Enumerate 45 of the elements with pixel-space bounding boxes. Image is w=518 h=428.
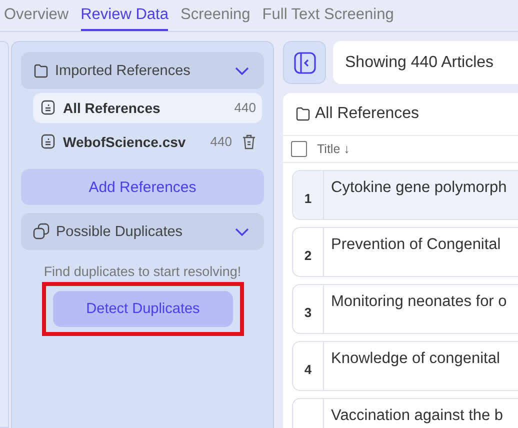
add-references-button[interactable]: Add References <box>21 169 264 205</box>
item-label: WebofScience.csv <box>63 134 186 150</box>
hint-text: Find duplicates to start resolving! <box>42 264 242 279</box>
article-title: Monitoring neonates for o <box>331 293 507 310</box>
document-icon <box>41 100 55 115</box>
row-number: 2 <box>304 248 312 262</box>
article-title: Cytokine gene polymorph <box>331 179 507 196</box>
folder-icon <box>295 106 311 122</box>
item-count: 440 <box>210 134 232 149</box>
table-title: All References <box>315 105 420 123</box>
chevron-down-icon[interactable] <box>235 66 249 74</box>
section-header[interactable]: Imported References <box>21 52 264 89</box>
copy-icon <box>33 223 50 240</box>
reference-list-item[interactable]: All References 440 <box>33 93 262 123</box>
row-number: 3 <box>304 304 312 320</box>
chevron-down-icon[interactable] <box>235 228 249 236</box>
article-title: Vaccination against the b <box>331 407 504 424</box>
article-title: Knowledge of congenital <box>331 350 500 367</box>
table-row[interactable]: 2 Prevention of Congenital <box>292 227 518 277</box>
table-row[interactable]: Vaccination against the b <box>292 398 518 428</box>
reference-list-item[interactable]: WebofScience.csv 440 <box>33 127 262 157</box>
folder-icon <box>33 62 49 78</box>
detect-duplicates-button[interactable]: Detect Duplicates <box>53 291 233 327</box>
article-count-label: Showing 440 Articles <box>333 41 518 84</box>
row-number: 1 <box>304 190 312 206</box>
table-row[interactable]: 4 Knowledge of congenital <box>292 341 518 391</box>
tab[interactable]: Review Data <box>80 6 168 31</box>
section-header[interactable]: Possible Duplicates <box>21 213 264 250</box>
document-icon <box>41 134 55 149</box>
trash-icon[interactable] <box>242 134 256 150</box>
select-all-checkbox[interactable] <box>291 141 307 157</box>
section-title: Possible Duplicates <box>56 224 184 240</box>
article-title: Prevention of Congenital <box>331 236 501 253</box>
table-row[interactable]: 1 Cytokine gene polymorph <box>292 170 518 220</box>
sidebar-toggle-button[interactable] <box>283 41 326 84</box>
row-number: 4 <box>304 362 312 376</box>
tab[interactable]: Screening <box>180 6 250 31</box>
tab[interactable]: Overview <box>4 6 69 31</box>
section-title: Imported References <box>55 62 192 78</box>
sidebar-collapse-icon <box>292 50 316 74</box>
tab[interactable]: Full Text Screening <box>262 6 394 31</box>
item-count: 440 <box>234 100 256 115</box>
item-label: All References <box>63 100 162 116</box>
column-header[interactable]: Title ↓ <box>317 142 350 156</box>
table-row[interactable]: 3 Monitoring neonates for o <box>292 284 518 334</box>
